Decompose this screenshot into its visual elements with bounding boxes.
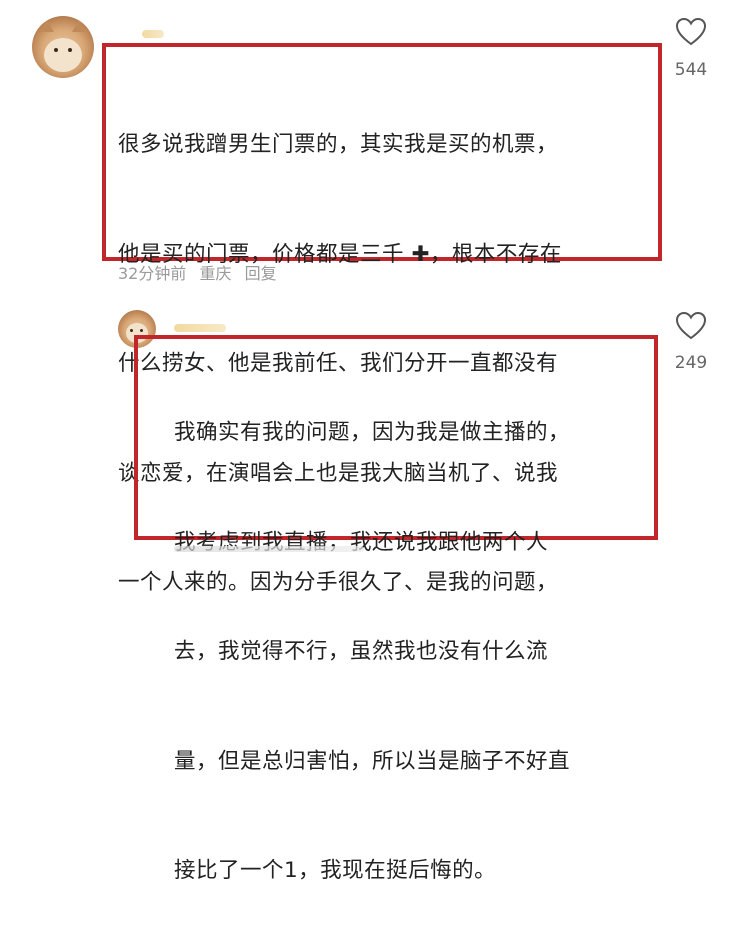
comment-time: 32分钟前	[118, 264, 187, 283]
username[interactable]	[174, 324, 226, 332]
comment-line: 接比了一个1，我现在挺后悔的。	[174, 858, 497, 883]
comment-line: 我考虑到我直播，我还说我跟他两个人	[174, 529, 549, 555]
comment-line: 去，我觉得不行，虽然我也没有什么流	[174, 639, 549, 664]
comment-line: 量，但是总归害怕，所以当是脑子不好直	[174, 748, 571, 774]
reply-button[interactable]: 回复	[245, 264, 277, 283]
username[interactable]	[142, 30, 164, 38]
heart-icon[interactable]	[676, 312, 706, 340]
comment-line: 我确实有我的问题，因为我是做主播的，	[174, 420, 571, 445]
avatar[interactable]	[32, 16, 94, 78]
like-count: 544	[674, 60, 708, 80]
like-count: 249	[674, 353, 708, 373]
comment-text: 我确实有我的问题，因为我是做主播的， 我考虑到我直播，我还说我跟他两个人 去，我…	[174, 342, 570, 926]
truncated-text-line	[174, 546, 364, 552]
comment-line: 很多说我蹭男生门票的，其实我是买的机票，	[118, 132, 559, 157]
heart-icon[interactable]	[676, 18, 706, 46]
comment-location: 重庆	[199, 264, 232, 283]
comment-meta: 32分钟前 重庆 回复	[118, 260, 285, 284]
